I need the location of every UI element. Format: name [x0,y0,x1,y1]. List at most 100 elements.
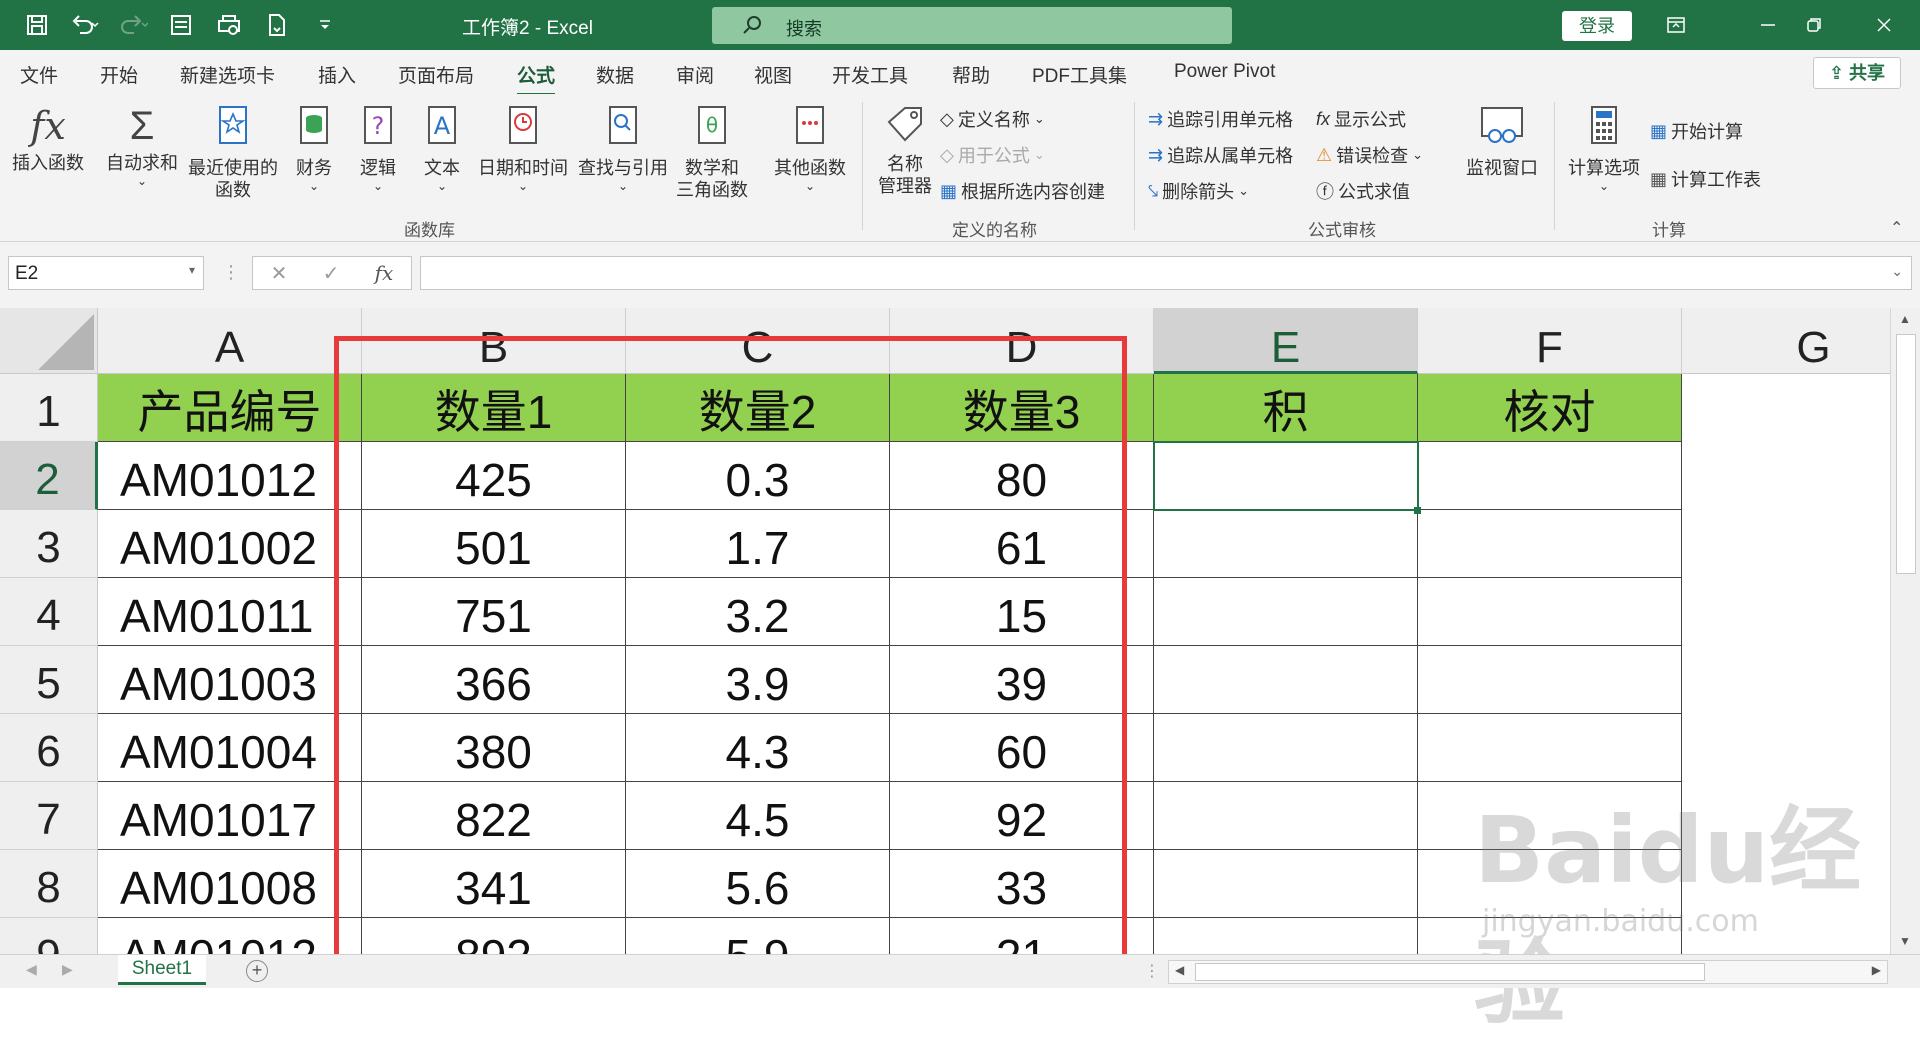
table-cell[interactable] [1418,510,1682,578]
customize-toolbar-icon[interactable] [306,8,344,42]
table-cell[interactable] [1418,646,1682,714]
row-header-7[interactable]: 7 [0,782,98,850]
table-cell[interactable]: AM01008 [98,850,362,918]
tab-new-tab[interactable]: 新建选项卡 [180,61,275,88]
table-cell[interactable] [1154,646,1418,714]
tab-power-pivot[interactable]: Power Pivot [1174,61,1275,83]
lookup-reference-button[interactable]: 查找与引用 ⌄ [578,104,668,193]
cancel-icon[interactable]: ✕ [271,261,288,286]
header-cell-check[interactable]: 核对 [1418,374,1682,442]
table-cell[interactable]: 751 [362,578,626,646]
table-cell[interactable]: 92 [890,782,1154,850]
add-sheet-icon[interactable]: + [246,960,268,982]
table-cell[interactable]: 5.6 [626,850,890,918]
fill-handle[interactable] [1414,507,1421,514]
create-from-selection-button[interactable]: ▦ 根据所选内容创建 [940,178,1105,204]
math-trig-button[interactable]: θ 数学和 三角函数 [676,104,748,201]
undo-icon[interactable] [66,8,104,42]
row-header-3[interactable]: 3 [0,510,98,578]
column-header-d[interactable]: D [890,308,1154,374]
define-name-button[interactable]: ◇ 定义名称 ⌄ [940,106,1045,132]
tab-formulas[interactable]: 公式 [517,61,556,96]
tab-data[interactable]: 数据 [596,61,634,88]
row-header-5[interactable]: 5 [0,646,98,714]
tab-home[interactable]: 开始 [100,61,138,88]
select-all-corner[interactable] [0,308,98,374]
table-cell[interactable]: 4.5 [626,782,890,850]
table-cell[interactable]: AM01012 [98,442,362,510]
table-cell[interactable] [1418,578,1682,646]
tab-page-layout[interactable]: 页面布局 [398,61,474,88]
column-header-e[interactable]: E [1154,308,1418,374]
table-cell[interactable]: AM01017 [98,782,362,850]
share-button[interactable]: ⇪ 共享 [1813,57,1901,89]
table-cell[interactable]: AM01004 [98,714,362,782]
scroll-right-icon[interactable]: ▶ [1872,963,1881,977]
calculate-now-button[interactable]: ▦ 开始计算 [1650,118,1743,144]
table-cell[interactable]: 15 [890,578,1154,646]
row-header-8[interactable]: 8 [0,850,98,918]
table-cell[interactable]: 21 [890,918,1154,954]
vertical-scroll-thumb[interactable] [1896,334,1916,574]
row-header-9[interactable]: 9 [0,918,98,954]
table-cell[interactable] [1154,714,1418,782]
tab-developer[interactable]: 开发工具 [832,61,908,88]
search-box[interactable]: 搜索 [712,7,1232,44]
ribbon-display-options-icon[interactable] [1654,10,1698,40]
header-cell-qty1[interactable]: 数量1 [362,374,626,442]
formula-input[interactable]: ⌄ [420,256,1912,290]
name-manager-button[interactable]: 名称 管理器 [878,104,932,197]
restore-icon[interactable] [1792,10,1836,40]
table-cell[interactable]: 39 [890,646,1154,714]
table-cell[interactable]: 501 [362,510,626,578]
table-cell[interactable]: 3.2 [626,578,890,646]
scroll-tabs-left-icon[interactable]: ◀ [26,961,37,978]
more-functions-button[interactable]: 其他函数 ⌄ [774,104,846,193]
table-cell[interactable] [1154,918,1418,954]
table-cell[interactable]: 341 [362,850,626,918]
table-cell[interactable]: 4.3 [626,714,890,782]
tab-view[interactable]: 视图 [754,61,792,88]
sheet-tab-sheet1[interactable]: Sheet1 [118,955,206,985]
table-cell[interactable]: 5.9 [626,918,890,954]
show-formulas-button[interactable]: fx 显示公式 [1316,106,1406,132]
trace-dependents-button[interactable]: ⇉ 追踪从属单元格 [1148,142,1293,168]
row-header-4[interactable]: 4 [0,578,98,646]
form-icon[interactable] [162,8,200,42]
table-cell[interactable]: 61 [890,510,1154,578]
table-cell[interactable]: 60 [890,714,1154,782]
name-box[interactable]: E2 ▾ [8,256,204,290]
table-cell[interactable]: 366 [362,646,626,714]
split-grip-icon[interactable]: ⋮ [1144,961,1160,981]
table-cell[interactable]: 380 [362,714,626,782]
table-cell[interactable]: 33 [890,850,1154,918]
tab-insert[interactable]: 插入 [318,61,356,88]
document-icon[interactable] [258,8,296,42]
insert-function-button[interactable]: fx 插入函数 [12,104,84,174]
column-header-c[interactable]: C [626,308,890,374]
table-cell[interactable]: 3.9 [626,646,890,714]
table-cell[interactable] [1418,714,1682,782]
calculation-options-button[interactable]: 计算选项 ⌄ [1568,104,1640,193]
table-cell[interactable]: 0.3 [626,442,890,510]
scroll-tabs-right-icon[interactable]: ▶ [62,961,73,978]
table-cell[interactable] [1154,782,1418,850]
tab-pdf-tools[interactable]: PDF工具集 [1032,61,1127,88]
close-icon[interactable] [1862,10,1906,40]
row-header-2[interactable]: 2 [0,442,98,510]
evaluate-formula-button[interactable]: ⓕ 公式求值 [1316,178,1410,204]
table-cell[interactable]: 80 [890,442,1154,510]
recently-used-button[interactable]: 最近使用的 函数 [188,104,278,201]
watch-window-button[interactable]: 监视窗口 [1466,104,1538,179]
table-cell[interactable]: AM01011 [98,578,362,646]
fx-icon[interactable]: fx [375,261,394,285]
column-header-g[interactable]: G [1682,308,1890,374]
use-in-formula-button[interactable]: ◇ 用于公式 ⌄ [940,142,1045,168]
scroll-left-icon[interactable]: ◀ [1175,963,1184,977]
column-header-f[interactable]: F [1418,308,1682,374]
datetime-button[interactable]: 日期和时间 ⌄ [478,104,568,193]
header-cell-product[interactable]: 积 [1154,374,1418,442]
table-cell[interactable]: AM01002 [98,510,362,578]
row-header-1[interactable]: 1 [0,374,98,442]
calculate-sheet-button[interactable]: ▦ 计算工作表 [1650,166,1761,192]
